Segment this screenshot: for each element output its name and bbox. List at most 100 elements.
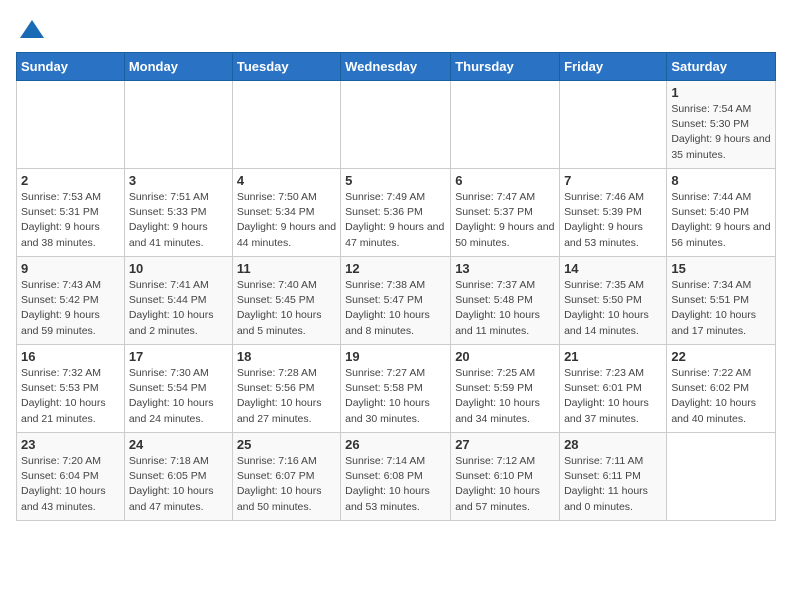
week-row-3: 9 Sunrise: 7:43 AM Sunset: 5:42 PM Daylig… xyxy=(17,257,776,345)
day-number: 27 xyxy=(455,437,555,452)
day-info: Sunrise: 7:18 AM Sunset: 6:05 PM Dayligh… xyxy=(129,454,228,515)
day-cell: 15Sunrise: 7:34 AM Sunset: 5:51 PM Dayli… xyxy=(667,257,776,345)
day-info: Sunrise: 7:35 AM Sunset: 5:50 PM Dayligh… xyxy=(564,278,662,339)
col-header-tuesday: Tuesday xyxy=(232,53,340,81)
day-cell: 8 Sunrise: 7:44 AM Sunset: 5:40 PM Daylig… xyxy=(667,169,776,257)
day-info: Sunrise: 7:44 AM Sunset: 5:40 PM Dayligh… xyxy=(671,190,771,251)
day-cell: 9 Sunrise: 7:43 AM Sunset: 5:42 PM Daylig… xyxy=(17,257,125,345)
day-number: 23 xyxy=(21,437,120,452)
day-number: 10 xyxy=(129,261,228,276)
header-row: SundayMondayTuesdayWednesdayThursdayFrid… xyxy=(17,53,776,81)
day-info: Sunrise: 7:14 AM Sunset: 6:08 PM Dayligh… xyxy=(345,454,446,515)
page-header xyxy=(16,16,776,44)
day-number: 9 xyxy=(21,261,120,276)
day-number: 24 xyxy=(129,437,228,452)
day-cell: 26 Sunrise: 7:14 AM Sunset: 6:08 PM Dayli… xyxy=(341,433,451,521)
day-number: 25 xyxy=(237,437,336,452)
day-number: 14 xyxy=(564,261,662,276)
day-info: Sunrise: 7:11 AM Sunset: 6:11 PM Dayligh… xyxy=(564,454,662,515)
col-header-wednesday: Wednesday xyxy=(341,53,451,81)
day-info: Sunrise: 7:38 AM Sunset: 5:47 PM Dayligh… xyxy=(345,278,446,339)
day-info: Sunrise: 7:32 AM Sunset: 5:53 PM Dayligh… xyxy=(21,366,120,427)
day-info: Sunrise: 7:46 AM Sunset: 5:39 PM Dayligh… xyxy=(564,190,662,251)
day-cell: 10 Sunrise: 7:41 AM Sunset: 5:44 PM Dayli… xyxy=(124,257,232,345)
day-info: Sunrise: 7:49 AM Sunset: 5:36 PM Dayligh… xyxy=(345,190,446,251)
day-cell: 16 Sunrise: 7:32 AM Sunset: 5:53 PM Dayli… xyxy=(17,345,125,433)
day-number: 1 xyxy=(671,85,771,100)
day-cell: 4 Sunrise: 7:50 AM Sunset: 5:34 PM Daylig… xyxy=(232,169,340,257)
day-number: 20 xyxy=(455,349,555,364)
day-info: Sunrise: 7:50 AM Sunset: 5:34 PM Dayligh… xyxy=(237,190,336,251)
day-cell: 24 Sunrise: 7:18 AM Sunset: 6:05 PM Dayli… xyxy=(124,433,232,521)
day-cell xyxy=(17,81,125,169)
day-cell xyxy=(560,81,667,169)
day-info: Sunrise: 7:12 AM Sunset: 6:10 PM Dayligh… xyxy=(455,454,555,515)
day-number: 13 xyxy=(455,261,555,276)
col-header-friday: Friday xyxy=(560,53,667,81)
day-cell: 22 Sunrise: 7:22 AM Sunset: 6:02 PM Dayli… xyxy=(667,345,776,433)
day-cell xyxy=(124,81,232,169)
day-info: Sunrise: 7:54 AM Sunset: 5:30 PM Dayligh… xyxy=(671,102,771,163)
day-info: Sunrise: 7:53 AM Sunset: 5:31 PM Dayligh… xyxy=(21,190,120,251)
day-cell: 2 Sunrise: 7:53 AM Sunset: 5:31 PM Daylig… xyxy=(17,169,125,257)
day-cell: 28 Sunrise: 7:11 AM Sunset: 6:11 PM Dayli… xyxy=(560,433,667,521)
day-info: Sunrise: 7:37 AM Sunset: 5:48 PM Dayligh… xyxy=(455,278,555,339)
day-info: Sunrise: 7:28 AM Sunset: 5:56 PM Dayligh… xyxy=(237,366,336,427)
day-cell: 17 Sunrise: 7:30 AM Sunset: 5:54 PM Dayli… xyxy=(124,345,232,433)
day-info: Sunrise: 7:30 AM Sunset: 5:54 PM Dayligh… xyxy=(129,366,228,427)
day-number: 12 xyxy=(345,261,446,276)
day-cell: 7 Sunrise: 7:46 AM Sunset: 5:39 PM Daylig… xyxy=(560,169,667,257)
day-number: 8 xyxy=(671,173,771,188)
day-cell: 13 Sunrise: 7:37 AM Sunset: 5:48 PM Dayli… xyxy=(451,257,560,345)
day-number: 17 xyxy=(129,349,228,364)
day-cell: 5 Sunrise: 7:49 AM Sunset: 5:36 PM Daylig… xyxy=(341,169,451,257)
day-cell: 1 Sunrise: 7:54 AM Sunset: 5:30 PM Daylig… xyxy=(667,81,776,169)
col-header-thursday: Thursday xyxy=(451,53,560,81)
day-number: 3 xyxy=(129,173,228,188)
day-info: Sunrise: 7:41 AM Sunset: 5:44 PM Dayligh… xyxy=(129,278,228,339)
col-header-saturday: Saturday xyxy=(667,53,776,81)
day-info: Sunrise: 7:16 AM Sunset: 6:07 PM Dayligh… xyxy=(237,454,336,515)
day-info: Sunrise: 7:43 AM Sunset: 5:42 PM Dayligh… xyxy=(21,278,120,339)
day-cell: 23 Sunrise: 7:20 AM Sunset: 6:04 PM Dayli… xyxy=(17,433,125,521)
day-info: Sunrise: 7:27 AM Sunset: 5:58 PM Dayligh… xyxy=(345,366,446,427)
day-number: 4 xyxy=(237,173,336,188)
day-number: 22 xyxy=(671,349,771,364)
day-number: 2 xyxy=(21,173,120,188)
day-cell: 19 Sunrise: 7:27 AM Sunset: 5:58 PM Dayli… xyxy=(341,345,451,433)
day-cell: 21 Sunrise: 7:23 AM Sunset: 6:01 PM Dayli… xyxy=(560,345,667,433)
day-info: Sunrise: 7:20 AM Sunset: 6:04 PM Dayligh… xyxy=(21,454,120,515)
day-cell xyxy=(451,81,560,169)
day-number: 7 xyxy=(564,173,662,188)
day-number: 26 xyxy=(345,437,446,452)
week-row-1: 1 Sunrise: 7:54 AM Sunset: 5:30 PM Daylig… xyxy=(17,81,776,169)
day-number: 16 xyxy=(21,349,120,364)
day-number: 28 xyxy=(564,437,662,452)
day-number: 11 xyxy=(237,261,336,276)
col-header-sunday: Sunday xyxy=(17,53,125,81)
day-cell: 20 Sunrise: 7:25 AM Sunset: 5:59 PM Dayli… xyxy=(451,345,560,433)
week-row-5: 23 Sunrise: 7:20 AM Sunset: 6:04 PM Dayli… xyxy=(17,433,776,521)
day-number: 18 xyxy=(237,349,336,364)
day-cell xyxy=(232,81,340,169)
day-info: Sunrise: 7:22 AM Sunset: 6:02 PM Dayligh… xyxy=(671,366,771,427)
day-cell: 3 Sunrise: 7:51 AM Sunset: 5:33 PM Daylig… xyxy=(124,169,232,257)
day-cell: 12 Sunrise: 7:38 AM Sunset: 5:47 PM Dayli… xyxy=(341,257,451,345)
day-info: Sunrise: 7:25 AM Sunset: 5:59 PM Dayligh… xyxy=(455,366,555,427)
day-info: Sunrise: 7:47 AM Sunset: 5:37 PM Dayligh… xyxy=(455,190,555,251)
day-cell: 11 Sunrise: 7:40 AM Sunset: 5:45 PM Dayli… xyxy=(232,257,340,345)
day-cell: 25 Sunrise: 7:16 AM Sunset: 6:07 PM Dayli… xyxy=(232,433,340,521)
day-info: Sunrise: 7:23 AM Sunset: 6:01 PM Dayligh… xyxy=(564,366,662,427)
day-cell: 27 Sunrise: 7:12 AM Sunset: 6:10 PM Dayli… xyxy=(451,433,560,521)
logo-icon xyxy=(18,16,46,44)
day-number: 6 xyxy=(455,173,555,188)
day-number: 21 xyxy=(564,349,662,364)
day-info: Sunrise: 7:40 AM Sunset: 5:45 PM Dayligh… xyxy=(237,278,336,339)
day-number: 19 xyxy=(345,349,446,364)
day-cell xyxy=(667,433,776,521)
day-number: 5 xyxy=(345,173,446,188)
calendar-table: SundayMondayTuesdayWednesdayThursdayFrid… xyxy=(16,52,776,521)
day-cell: 6 Sunrise: 7:47 AM Sunset: 5:37 PM Daylig… xyxy=(451,169,560,257)
logo xyxy=(16,16,46,44)
day-info: Sunrise: 7:51 AM Sunset: 5:33 PM Dayligh… xyxy=(129,190,228,251)
